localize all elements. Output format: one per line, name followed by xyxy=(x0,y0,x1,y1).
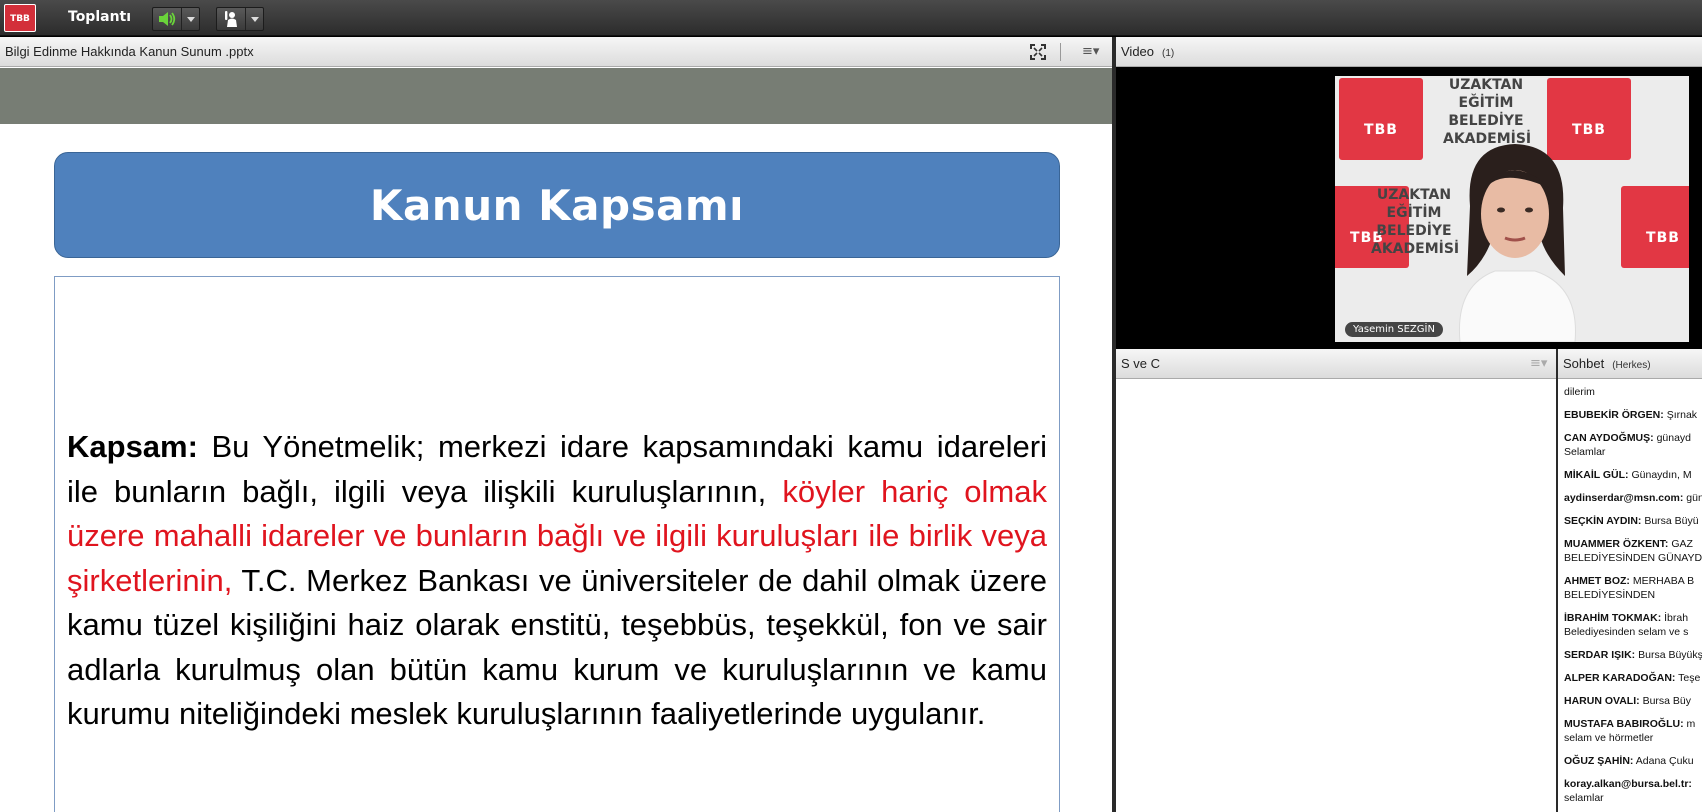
chat-text: BELEDİYESİNDEN GÜNAYD xyxy=(1564,552,1702,564)
video-title-label: Video xyxy=(1121,44,1155,59)
top-toolbar: TBB Toplantı xyxy=(0,0,1702,36)
chat-sender: aydinserdar@msn.com: xyxy=(1564,492,1684,504)
fullscreen-icon[interactable] xyxy=(1030,44,1046,60)
chat-message: AHMET BOZ: MERHABA B BELEDİYESİNDEN xyxy=(1564,574,1702,602)
chat-text: Belediyesinden selam ve s xyxy=(1564,626,1689,638)
tbb-logo-tile: TBB xyxy=(1621,186,1689,268)
chat-scope: (Herkes) xyxy=(1612,360,1651,371)
slide-body-box: Kapsam: Bu Yönetmelik; merkezi idare kap… xyxy=(54,276,1060,812)
raise-hand-icon[interactable] xyxy=(217,8,245,30)
chat-pod: Sohbet (Herkes) dilerim EBUBEKİR ÖRGEN: Şı… xyxy=(1558,349,1702,812)
chat-message: OĞUZ ŞAHİN: Adana Çuku xyxy=(1564,754,1702,768)
slide-title: Kanun Kapsamı xyxy=(369,180,745,230)
qa-pod: S ve C ≡▾ xyxy=(1116,349,1556,812)
chat-sender: MUAMMER ÖZKENT: xyxy=(1564,538,1669,550)
status-control[interactable] xyxy=(216,7,264,31)
video-feed[interactable]: TBB UZAKTAN EĞİTİM BELEDİYE AKADEMİSİ TBB T… xyxy=(1335,76,1689,342)
chat-sender: MİKAİL GÜL: xyxy=(1564,469,1629,481)
chat-message: MUAMMER ÖZKENT: GAZ BELEDİYESİNDEN GÜNAYD xyxy=(1564,537,1702,565)
chat-message: koray.alkan@bursa.bel.tr: selamlar xyxy=(1564,777,1702,805)
chat-message: CAN AYDOĞMUŞ: günayd Selamlar xyxy=(1564,431,1702,459)
chat-sender: koray.alkan@bursa.bel.tr: xyxy=(1564,778,1692,790)
chat-text: Şırnak xyxy=(1666,409,1698,421)
chat-text: MERHABA B xyxy=(1632,575,1695,587)
chat-sender: CAN AYDOĞMUŞ: xyxy=(1564,432,1654,444)
video-pod-header: Video (1) xyxy=(1116,37,1702,67)
presenter-silhouette xyxy=(1458,144,1576,342)
chat-title-label: Sohbet xyxy=(1563,356,1605,371)
speaker-icon[interactable] xyxy=(153,8,181,30)
video-pod: Video (1) TBB UZAKTAN EĞİTİM BELEDİYE AKADEM… xyxy=(1116,37,1702,349)
chat-sender: HARUN OVALI: xyxy=(1564,695,1640,707)
chat-sender: OĞUZ ŞAHİN: xyxy=(1564,755,1634,767)
chat-text: Bursa Büyü xyxy=(1644,515,1699,527)
chat-text: Selamlar xyxy=(1564,446,1606,458)
chat-message: dilerim xyxy=(1564,385,1702,399)
header-divider xyxy=(1060,43,1061,61)
slide-top-band xyxy=(0,68,1112,124)
chat-text: gün xyxy=(1686,492,1702,504)
chat-text: Adana Çuku xyxy=(1635,755,1694,767)
chat-text: Günaydın, M xyxy=(1631,469,1692,481)
chat-pod-title: Sohbet (Herkes) xyxy=(1563,356,1651,371)
chevron-down-icon[interactable] xyxy=(181,8,199,30)
slide-body-label: Kapsam: xyxy=(67,429,198,464)
chat-sender: AHMET BOZ: xyxy=(1564,575,1630,587)
share-pod: Bilgi Edinme Hakkında Kanun Sunum .pptx … xyxy=(0,37,1112,812)
chat-sender: EBUBEKİR ÖRGEN: xyxy=(1564,409,1664,421)
chat-text: dilerim xyxy=(1564,386,1595,398)
chat-text: İbrah xyxy=(1664,612,1689,624)
chat-text: selamlar xyxy=(1564,792,1604,804)
chat-message: MİKAİL GÜL: Günaydın, M xyxy=(1564,468,1702,482)
chat-text: Bursa Büy xyxy=(1642,695,1692,707)
chat-text: GAZ xyxy=(1671,538,1693,550)
app-logo: TBB xyxy=(4,4,36,32)
chat-text: Bursa Büyükş xyxy=(1638,649,1702,661)
chat-message: aydinserdar@msn.com: gün xyxy=(1564,491,1702,505)
tbb-logo-tile: TBB xyxy=(1339,78,1423,160)
chat-message: SEÇKİN AYDIN: Bursa Büyü xyxy=(1564,514,1702,528)
meeting-menu[interactable]: Toplantı xyxy=(68,9,131,25)
chat-text: Teşe xyxy=(1678,672,1701,684)
chat-sender: SEÇKİN AYDIN: xyxy=(1564,515,1642,527)
slide-title-box: Kanun Kapsamı xyxy=(54,152,1060,258)
chat-message: MUSTAFA BABIROĞLU: m selam ve hörmetler xyxy=(1564,717,1702,745)
chat-sender: MUSTAFA BABIROĞLU: xyxy=(1564,718,1684,730)
audio-control[interactable] xyxy=(152,7,200,31)
video-pod-title: Video (1) xyxy=(1121,44,1174,59)
chat-message-list[interactable]: dilerim EBUBEKİR ÖRGEN: Şırnak CAN AYDOĞMU… xyxy=(1564,385,1702,812)
chat-text: günayd xyxy=(1656,432,1692,444)
presenter-name-tag: Yasemin SEZGİN xyxy=(1345,322,1443,337)
chevron-down-icon[interactable] xyxy=(245,8,263,30)
share-pod-header: Bilgi Edinme Hakkında Kanun Sunum .pptx … xyxy=(0,37,1112,67)
slide-body-text: Kapsam: Bu Yönetmelik; merkezi idare kap… xyxy=(67,425,1047,737)
chat-text: BELEDİYESİNDEN xyxy=(1564,589,1656,601)
chat-text: selam ve hörmetler xyxy=(1564,732,1654,744)
chat-sender: İBRAHİM TOKMAK: xyxy=(1564,612,1662,624)
video-count: (1) xyxy=(1162,48,1175,59)
chat-message: İBRAHİM TOKMAK: İbrah Belediyesinden sela… xyxy=(1564,611,1702,639)
chat-message: SERDAR IŞIK: Bursa Büyükş xyxy=(1564,648,1702,662)
chat-message: HARUN OVALI: Bursa Büy xyxy=(1564,694,1702,708)
chat-sender: ALPER KARADOĞAN: xyxy=(1564,672,1676,684)
chat-sender: SERDAR IŞIK: xyxy=(1564,649,1636,661)
qa-pod-header: S ve C ≡▾ xyxy=(1116,349,1556,379)
share-pod-title: Bilgi Edinme Hakkında Kanun Sunum .pptx xyxy=(5,44,254,59)
chat-message: EBUBEKİR ÖRGEN: Şırnak xyxy=(1564,408,1702,422)
chat-pod-header: Sohbet (Herkes) xyxy=(1558,349,1702,379)
chat-message: ALPER KARADOĞAN: Teşe xyxy=(1564,671,1702,685)
pod-options-icon[interactable]: ≡▾ xyxy=(1082,44,1102,59)
presentation-slide: Kanun Kapsamı Kapsam: Bu Yönetmelik; mer… xyxy=(0,124,1112,812)
chat-text: m xyxy=(1686,718,1696,730)
pod-options-icon[interactable]: ≡▾ xyxy=(1530,356,1550,371)
qa-pod-title: S ve C xyxy=(1121,356,1161,371)
